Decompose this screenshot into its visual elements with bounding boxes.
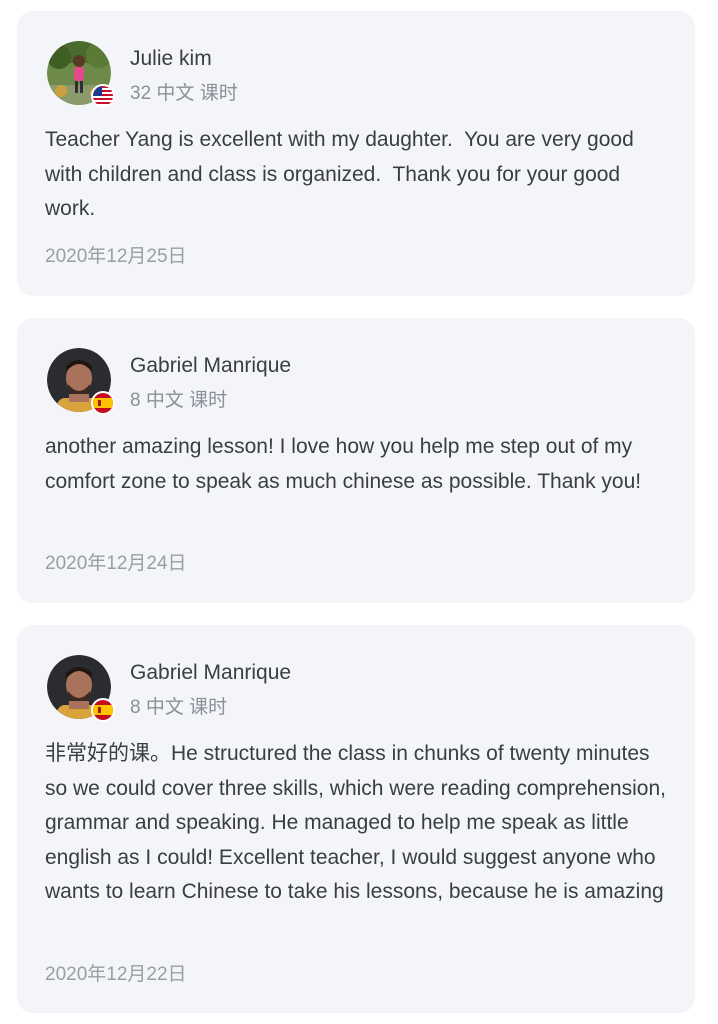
- lesson-count: 8 中文 课时: [130, 697, 228, 718]
- us-flag-icon: [91, 84, 115, 108]
- spain-flag-icon: [91, 391, 115, 415]
- reviewer-name[interactable]: Julie kim: [130, 47, 212, 71]
- spain-flag-icon: [91, 698, 115, 722]
- review-text: Teacher Yang is excellent with my daught…: [45, 128, 640, 220]
- review-card: Gabriel Manrique 8 中文 课时 another amazing…: [17, 318, 695, 603]
- review-card: Gabriel Manrique 8 中文 课时 非常好的课。He struct…: [17, 625, 695, 1013]
- review-text: 非常好的课。He structured the class in chunks …: [45, 742, 672, 903]
- lesson-count: 32 中文 课时: [130, 83, 238, 104]
- avatar[interactable]: [47, 348, 115, 415]
- reviewer-name[interactable]: Gabriel Manrique: [130, 661, 291, 685]
- review-card: Julie kim 32 中文 课时 Teacher Yang is excel…: [17, 11, 695, 296]
- reviewer-name[interactable]: Gabriel Manrique: [130, 354, 291, 378]
- review-date: 2020年12月22日: [45, 964, 187, 985]
- review-date: 2020年12月24日: [45, 553, 187, 574]
- lesson-count: 8 中文 课时: [130, 390, 228, 411]
- review-text: another amazing lesson! I love how you h…: [45, 435, 642, 493]
- review-date: 2020年12月25日: [45, 246, 187, 267]
- avatar[interactable]: [47, 655, 115, 722]
- avatar[interactable]: [47, 41, 115, 108]
